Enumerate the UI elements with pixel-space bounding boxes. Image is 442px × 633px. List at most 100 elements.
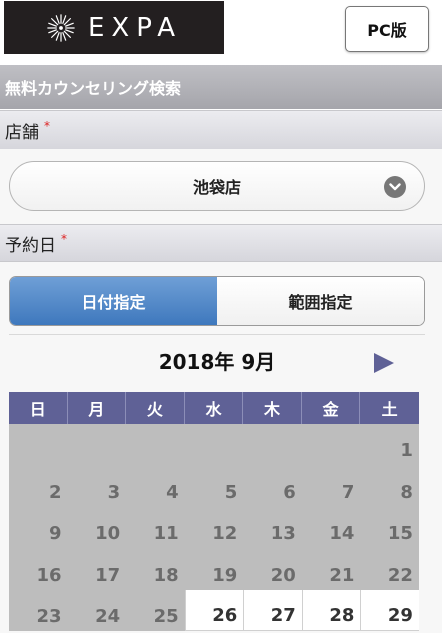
- calendar-day-26[interactable]: 26: [184, 589, 244, 631]
- calendar-day-5: 5: [184, 465, 244, 507]
- calendar-day-18: 18: [126, 548, 185, 590]
- next-month-arrow-icon[interactable]: [372, 352, 396, 374]
- weekday-tue: 火: [126, 392, 185, 424]
- calendar-day-number: 17: [95, 564, 121, 586]
- calendar-day-number: 6: [283, 481, 296, 503]
- calendar-day-11: 11: [126, 506, 185, 549]
- calendar-day-6: 6: [243, 465, 302, 507]
- store-label: 店舗: [5, 122, 39, 143]
- calendar-day-number: 14: [329, 523, 355, 545]
- calendar-day-12: 12: [184, 506, 244, 549]
- calendar-day-number: 27: [270, 604, 296, 626]
- calendar-day-27[interactable]: 27: [243, 589, 302, 631]
- tab-date-select[interactable]: 日付指定: [10, 277, 217, 325]
- calendar-day-number: 18: [153, 564, 179, 586]
- date-mode-toggle: 日付指定 範囲指定: [9, 276, 425, 326]
- starburst-icon: [47, 13, 75, 42]
- calendar-day-number: 2: [49, 481, 62, 503]
- calendar-empty-cell: [243, 424, 302, 466]
- store-label-bar: 店舗 *: [0, 110, 442, 150]
- calendar-day-24: 24: [67, 589, 127, 631]
- calendar-day-16: 16: [9, 548, 68, 590]
- calendar-day-19: 19: [184, 548, 244, 590]
- calendar-day-number: 13: [270, 523, 296, 545]
- calendar-day-number: 20: [270, 564, 296, 586]
- calendar-day-20: 20: [243, 548, 302, 590]
- calendar-day-number: 7: [341, 481, 355, 503]
- logo-text: EXPA: [87, 12, 183, 43]
- store-selected-value: 池袋店: [192, 178, 241, 197]
- weekday-mon: 月: [67, 392, 127, 424]
- calendar-body: 1 2 3 4 5 6 7 8 9 10 11 12 13 14 15 16 17 18 19 20 21 22 23 24 2…: [9, 424, 419, 631]
- calendar-day-23: 23: [9, 589, 68, 631]
- chevron-down-icon: [384, 176, 406, 198]
- calendar-day-number: 25: [153, 605, 179, 627]
- calendar-day-number: 26: [212, 604, 238, 626]
- calendar-day-2: 2: [9, 465, 68, 507]
- calendar-day-number: 12: [212, 523, 238, 545]
- required-mark: *: [61, 232, 67, 246]
- booking-date-label: 予約日: [5, 235, 56, 256]
- calendar-day-29[interactable]: 29: [360, 589, 419, 631]
- store-select[interactable]: 池袋店: [9, 161, 425, 211]
- calendar-day-number: 15: [387, 523, 413, 545]
- calendar-day-1: 1: [360, 424, 419, 466]
- calendar-day-number: 22: [387, 564, 413, 586]
- calendar-day-25: 25: [126, 589, 185, 631]
- tab-range-select[interactable]: 範囲指定: [217, 277, 424, 325]
- calendar-day-number: 28: [329, 604, 355, 626]
- calendar-day-number: 5: [224, 481, 238, 503]
- calendar-empty-cell: [126, 424, 185, 466]
- section-title: 無料カウンセリング検索: [5, 79, 182, 98]
- calendar-day-22: 22: [360, 548, 419, 590]
- weekday-wed: 水: [184, 392, 244, 424]
- weekday-sat: 土: [360, 392, 419, 424]
- calendar-day-21: 21: [301, 548, 361, 590]
- calendar-day-number: 21: [329, 564, 355, 586]
- calendar-day-number: 10: [95, 523, 121, 545]
- required-mark: *: [44, 119, 50, 133]
- calendar-day-3: 3: [67, 465, 127, 507]
- weekday-thu: 木: [243, 392, 302, 424]
- calendar-day-number: 23: [36, 605, 62, 627]
- calendar-week-row: 23 24 25 26 27 28 29: [9, 589, 419, 631]
- calendar-day-number: 3: [107, 481, 121, 503]
- calendar-day-number: 16: [36, 564, 62, 586]
- pc-version-button[interactable]: PC版: [345, 6, 429, 52]
- expa-logo[interactable]: EXPA: [4, 1, 224, 54]
- calendar-day-13: 13: [243, 506, 302, 549]
- calendar-day-14: 14: [301, 506, 361, 549]
- weekday-header: 日 月 火 水 木 金 土: [9, 392, 419, 424]
- calendar-day-7: 7: [301, 465, 361, 507]
- calendar-day-number: 9: [49, 523, 62, 545]
- calendar-day-15: 15: [360, 506, 419, 549]
- weekday-fri: 金: [301, 392, 361, 424]
- top-header: EXPA PC版: [0, 0, 442, 64]
- calendar-week-row: 9 10 11 12 13 14 15: [9, 506, 419, 549]
- calendar-empty-cell: [184, 424, 244, 466]
- calendar-empty-cell: [67, 424, 127, 466]
- calendar-day-number: 8: [400, 481, 413, 503]
- calendar-grid: 日 月 火 水 木 金 土 1 2 3 4 5 6 7 8 9 10 11 12 13 14 15 16 17 1…: [9, 392, 419, 631]
- section-title-bar: 無料カウンセリング検索: [0, 65, 442, 109]
- calendar-day-4: 4: [126, 465, 185, 507]
- calendar-day-17: 17: [67, 548, 127, 590]
- calendar-day-number: 4: [166, 481, 179, 503]
- calendar-empty-cell: [301, 424, 361, 466]
- calendar-week-row: 2 3 4 5 6 7 8: [9, 465, 419, 507]
- calendar-day-number: 11: [153, 523, 179, 545]
- calendar-month-title: 2018年 9月: [158, 349, 276, 374]
- divider: [9, 334, 425, 335]
- store-section: 池袋店: [0, 149, 442, 225]
- calendar-empty-cell: [9, 424, 68, 466]
- calendar-day-10: 10: [67, 506, 127, 549]
- weekday-sun: 日: [9, 392, 68, 424]
- calendar-day-28[interactable]: 28: [301, 589, 361, 631]
- calendar-week-row: 16 17 18 19 20 21 22: [9, 548, 419, 590]
- calendar-day-8: 8: [360, 465, 419, 507]
- calendar-day-number: 29: [387, 604, 413, 626]
- calendar-day-number: 19: [212, 564, 238, 586]
- calendar-day-number: 1: [400, 440, 413, 462]
- calendar-week-row: 1: [9, 424, 419, 466]
- calendar-day-number: 24: [95, 605, 121, 627]
